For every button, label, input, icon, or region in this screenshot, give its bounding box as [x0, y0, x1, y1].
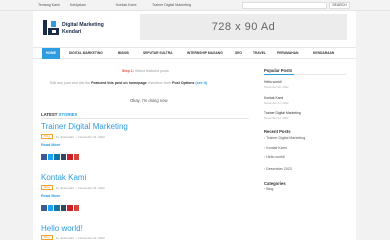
linkedin-icon[interactable]	[54, 154, 60, 160]
nav-kendaraan[interactable]: KENDARAAN	[313, 48, 334, 59]
featured-hint: Edit any post and tick the Featured this…	[50, 81, 207, 85]
twitter-icon[interactable]	[47, 205, 53, 211]
main-content	[33, 59, 356, 240]
email-icon[interactable]	[73, 154, 79, 160]
post-tag[interactable]: Blog	[41, 134, 53, 139]
featured-hint-bold-2: Post Options	[172, 81, 195, 85]
tumblr-icon[interactable]	[60, 205, 66, 211]
logo-line-1: Digital Marketing	[62, 22, 104, 28]
featured-done-button[interactable]: Okay, I'm doing now	[130, 98, 168, 103]
category-link[interactable]: Blog	[264, 187, 273, 191]
email-icon[interactable]	[73, 205, 79, 211]
facebook-icon[interactable]	[41, 205, 47, 211]
featured-step-text: Select featured posts	[133, 69, 169, 73]
toplink-trainer[interactable]: Trainer Digital Marketing	[152, 3, 191, 7]
post-title[interactable]: Trainer Digital Marketing	[41, 122, 128, 131]
nav-seputar-sultra[interactable]: SEPUTAR SULTRA	[143, 48, 173, 59]
latest-divider	[41, 118, 249, 119]
post-date: November 24, 2022	[78, 186, 105, 190]
popular-post-date: November 22, 2022	[264, 85, 289, 89]
popular-posts-divider	[264, 74, 346, 75]
latest-stories-heading: LATEST STORIES	[41, 112, 77, 117]
pinterest-icon[interactable]	[67, 205, 73, 211]
post-tag[interactable]: Blog	[41, 185, 53, 190]
post-title[interactable]: Kontak Kami	[41, 173, 86, 182]
nav-bisnis[interactable]: BISNIS	[118, 48, 129, 59]
featured-hint-bold-1: Featured this post on homepage	[91, 81, 147, 85]
categories-title: Categories	[264, 181, 286, 186]
ad-banner[interactable]: 728 x 90 Ad	[140, 14, 347, 40]
post-title[interactable]: Hello world!	[41, 224, 83, 233]
post-meta: by dmkendari • November 22, 2022	[56, 236, 105, 240]
latest-prefix: LATEST	[41, 112, 59, 117]
post-author[interactable]: by dmkendari	[56, 135, 74, 139]
post-date: November 22, 2022	[78, 236, 105, 240]
featured-hint-prefix: Edit any post and tick the	[50, 81, 92, 85]
logo-line-2: Kendari	[62, 28, 82, 35]
pinterest-icon[interactable]	[67, 154, 73, 160]
featured-hint-link[interactable]: (see it)	[195, 81, 207, 85]
topbar: Tentang Kami Kebijakan Kontak Kami Train…	[0, 0, 390, 11]
post-author[interactable]: by dmkendari	[56, 236, 74, 240]
featured-hint-mid: checkbox from	[146, 81, 173, 85]
main-nav: HOME DIGITAL MARKETING BISNIS SEPUTAR SU…	[33, 47, 356, 59]
latest-accent: STORIES	[58, 112, 78, 117]
nav-internship-magang[interactable]: INTERNSHIP MAGANG	[187, 48, 223, 59]
search-button[interactable]: SEARCH	[329, 2, 350, 9]
post-author[interactable]: by dmkendari	[56, 186, 74, 190]
read-more-link[interactable]: Read More	[41, 194, 60, 198]
post-date: November 24, 2022	[78, 135, 105, 139]
popular-post-title[interactable]: Hello world!	[264, 80, 282, 84]
nav-seo[interactable]: SEO	[235, 48, 242, 59]
site-logo-text[interactable]: Digital Marketing Kendari	[62, 22, 104, 35]
popular-post-date: November 24, 2022	[264, 116, 289, 120]
recent-post-link[interactable]: Hello world!	[264, 155, 285, 159]
nav-digital-marketing[interactable]: DIGITAL MARKETING	[69, 48, 103, 59]
recent-posts-title: Recent Posts	[264, 129, 291, 134]
nav-home[interactable]: HOME	[42, 48, 60, 59]
archive-link[interactable]: Desember 2023	[264, 167, 292, 171]
linkedin-icon[interactable]	[54, 205, 60, 211]
toplink-kebijakan[interactable]: Kebijakan	[70, 3, 86, 7]
read-more-link[interactable]: Read More	[41, 143, 60, 147]
post-meta: by dmkendari • November 24, 2022	[56, 186, 105, 190]
twitter-icon[interactable]	[47, 154, 53, 160]
toplink-kontak-kami[interactable]: Kontak Kami	[116, 3, 136, 7]
nav-travel[interactable]: TRAVEL	[253, 48, 266, 59]
nav-perumahan[interactable]: PERUMAHAN	[277, 48, 298, 59]
site-logo-icon[interactable]	[42, 19, 60, 37]
tumblr-icon[interactable]	[60, 154, 66, 160]
recent-post-link[interactable]: Kontak Kami	[264, 146, 286, 150]
ad-banner-label: 728 x 90 Ad	[211, 21, 276, 33]
post-tag[interactable]: Blog	[41, 235, 53, 240]
facebook-icon[interactable]	[41, 154, 47, 160]
popular-post-title[interactable]: Kontak Kami	[264, 96, 283, 100]
featured-step-label: Step 1:	[122, 69, 134, 73]
search-input[interactable]	[242, 2, 327, 9]
post-meta: by dmkendari • November 24, 2022	[56, 135, 105, 139]
popular-post-date: November 24, 2022	[264, 101, 289, 105]
toplink-tentang-kami[interactable]: Tentang Kami	[38, 3, 60, 7]
popular-posts-title: Popular Posts	[264, 68, 293, 73]
recent-post-link[interactable]: Trainer Digital Marketing	[264, 136, 305, 140]
featured-step-notice: Step 1: Select featured posts	[122, 69, 169, 73]
popular-post-title[interactable]: Trainer Digital Marketing	[264, 111, 301, 115]
